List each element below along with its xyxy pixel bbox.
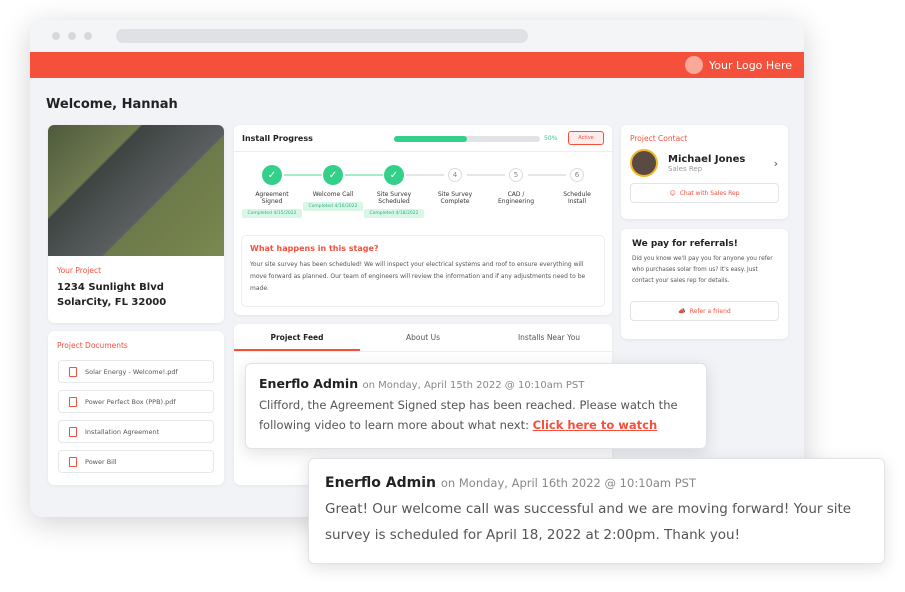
document-name: Power Perfect Box (PPB).pdf bbox=[85, 397, 176, 406]
step-label: Engineering bbox=[498, 198, 534, 205]
document-item[interactable]: Installation Agreement bbox=[58, 420, 214, 443]
window-dot bbox=[52, 32, 60, 40]
address-bar[interactable] bbox=[116, 29, 528, 43]
contact-title: Project Contact bbox=[630, 134, 688, 143]
step-number: 4 bbox=[448, 168, 462, 182]
progress-step: ✓ Site Survey Scheduled Completed 4/18/2022 bbox=[364, 165, 424, 218]
logo-text: Your Logo Here bbox=[709, 58, 792, 72]
step-label: Install bbox=[567, 198, 587, 205]
step-label: Site Survey bbox=[437, 191, 473, 198]
completed-badge: Completed 4/15/2022 bbox=[242, 209, 302, 218]
progress-step: 4 Site Survey Complete bbox=[425, 165, 485, 205]
document-item[interactable]: Power Bill bbox=[58, 450, 214, 473]
pdf-file-icon bbox=[69, 366, 77, 377]
step-number: 5 bbox=[509, 168, 523, 182]
message-meta: on Monday, April 15th 2022 @ 10:10am PST bbox=[362, 380, 585, 391]
megaphone-icon: 📣 bbox=[678, 307, 686, 315]
tab[interactable]: Installs Near You bbox=[486, 324, 612, 351]
document-name: Solar Energy - Welcome!.pdf bbox=[85, 367, 178, 376]
watch-link[interactable]: Click here to watch bbox=[533, 418, 658, 432]
completed-badge: Completed 4/16/2022 bbox=[303, 202, 363, 211]
referral-text: Did you know we'll pay you for anyone yo… bbox=[632, 256, 773, 284]
document-item[interactable]: Power Perfect Box (PPB).pdf bbox=[58, 390, 214, 413]
address-line2: SolarCity, FL 32000 bbox=[57, 297, 167, 308]
contact-row[interactable]: Michael Jones Sales Rep › bbox=[621, 148, 788, 178]
logo[interactable]: Your Logo Here bbox=[685, 56, 792, 74]
chat-icon: ☺ bbox=[669, 189, 676, 197]
progress-bar bbox=[394, 136, 540, 142]
progress-step: ✓ Agreement Signed Completed 4/15/2022 bbox=[242, 165, 302, 218]
documents-title: Project Documents bbox=[57, 341, 128, 350]
document-item[interactable]: Solar Energy - Welcome!.pdf bbox=[58, 360, 214, 383]
tab[interactable]: About Us bbox=[360, 324, 486, 351]
stage-text: Your site survey has been scheduled! We … bbox=[250, 261, 586, 292]
check-icon: ✓ bbox=[262, 165, 282, 185]
browser-chrome bbox=[30, 20, 804, 52]
feed-message: Enerflo Admin on Monday, April 15th 2022… bbox=[245, 363, 707, 449]
satellite-image bbox=[48, 125, 224, 256]
window-dot bbox=[68, 32, 76, 40]
pdf-file-icon bbox=[69, 426, 77, 437]
step-number: 6 bbox=[570, 168, 584, 182]
step-label: CAD / bbox=[507, 191, 525, 198]
message-meta: on Monday, April 16th 2022 @ 10:10am PST bbox=[440, 476, 696, 490]
refer-button[interactable]: 📣 Refer a friend bbox=[630, 301, 779, 321]
pdf-file-icon bbox=[69, 456, 77, 467]
referral-card: We pay for referrals! Did you know we'll… bbox=[621, 229, 788, 339]
chevron-right-icon[interactable]: › bbox=[774, 157, 778, 170]
completed-badge: Completed 4/18/2022 bbox=[364, 209, 424, 218]
document-name: Power Bill bbox=[85, 457, 117, 466]
stage-info: What happens in this stage? Your site su… bbox=[241, 235, 605, 307]
message-author: Enerflo Admin bbox=[325, 475, 437, 491]
step-label: Complete bbox=[440, 198, 470, 205]
status-badge: Active bbox=[568, 131, 604, 145]
message-text: Great! Our welcome call was successful a… bbox=[325, 501, 852, 543]
referral-title: We pay for referrals! bbox=[632, 239, 738, 249]
step-label: Signed bbox=[261, 198, 283, 205]
step-label: Welcome Call bbox=[312, 191, 354, 198]
message-author: Enerflo Admin bbox=[259, 376, 359, 391]
progress-step: 5 CAD / Engineering bbox=[486, 165, 546, 205]
progress-step: 6 Schedule Install bbox=[547, 165, 607, 205]
address-line1: 1234 Sunlight Blvd bbox=[57, 282, 164, 293]
step-label: Schedule bbox=[563, 191, 591, 198]
refer-label: Refer a friend bbox=[689, 307, 731, 315]
pdf-file-icon bbox=[69, 396, 77, 407]
logo-icon bbox=[685, 56, 704, 74]
check-icon: ✓ bbox=[384, 165, 404, 185]
window-dot bbox=[84, 32, 92, 40]
page-title: Welcome, Hannah bbox=[46, 97, 178, 112]
progress-step: ✓ Welcome Call Completed 4/16/2022 bbox=[303, 165, 363, 211]
step-label: Agreement bbox=[255, 191, 289, 198]
project-card: Your Project 1234 Sunlight Blvd SolarCit… bbox=[48, 125, 224, 323]
progress-percent: 50% bbox=[544, 135, 558, 142]
chat-button[interactable]: ☺ Chat with Sales Rep bbox=[630, 183, 779, 203]
documents-card: Project Documents Solar Energy - Welcome… bbox=[48, 331, 224, 485]
check-icon: ✓ bbox=[323, 165, 343, 185]
stage-title: What happens in this stage? bbox=[250, 244, 379, 253]
step-label: Scheduled bbox=[378, 198, 410, 205]
install-progress-card: Install Progress 50% Active ✓ Agreement Si… bbox=[234, 125, 612, 315]
contact-role: Sales Rep bbox=[668, 164, 703, 173]
avatar bbox=[630, 149, 658, 177]
contact-name: Michael Jones bbox=[668, 153, 746, 165]
project-label: Your Project bbox=[57, 266, 102, 275]
step-label: Site Survey bbox=[376, 191, 412, 198]
tab[interactable]: Project Feed bbox=[234, 324, 360, 351]
contact-card: Project Contact Michael Jones Sales Rep … bbox=[621, 125, 788, 219]
header-bar: Your Logo Here bbox=[30, 52, 804, 78]
feed-message: Enerflo Admin on Monday, April 16th 2022… bbox=[308, 458, 885, 564]
document-name: Installation Agreement bbox=[85, 427, 160, 436]
chat-label: Chat with Sales Rep bbox=[679, 189, 740, 197]
progress-title: Install Progress bbox=[242, 134, 313, 143]
